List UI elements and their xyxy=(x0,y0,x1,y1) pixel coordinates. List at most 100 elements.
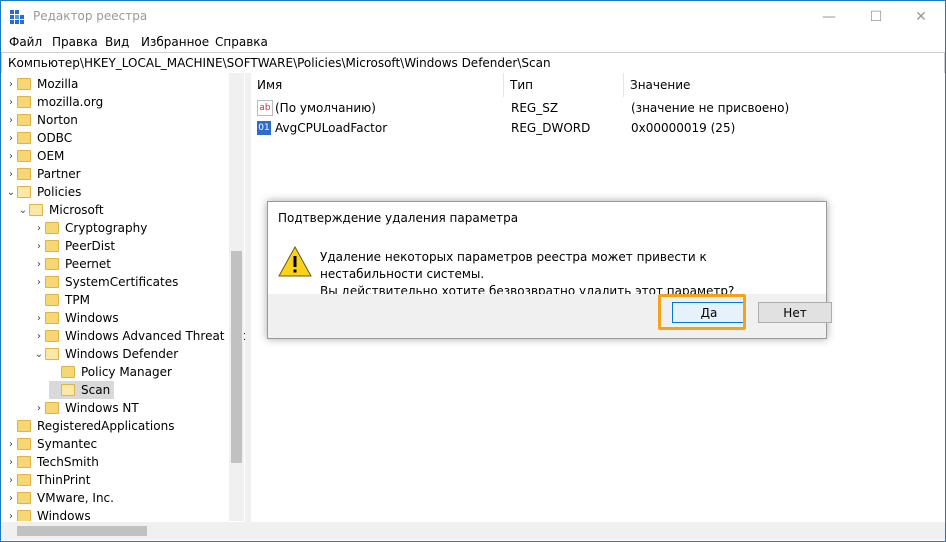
tree-item[interactable]: › mozilla.org xyxy=(5,93,103,111)
folder-open-icon xyxy=(45,348,59,360)
tree-item[interactable]: › Peernet xyxy=(33,255,111,273)
tree-item[interactable]: › OEM xyxy=(5,147,64,165)
expand-arrow-icon[interactable]: › xyxy=(5,493,17,504)
tree-item-label: Peernet xyxy=(65,257,111,271)
address-bar[interactable]: Компьютер\HKEY_LOCAL_MACHINE\SOFTWARE\Po… xyxy=(1,52,945,74)
tree-item-label: ThinPrint xyxy=(37,473,91,487)
dialog-title: Подтверждение удаления параметра xyxy=(278,211,519,225)
expand-arrow-icon[interactable]: › xyxy=(5,133,17,144)
tree-item[interactable]: › ThinPrint xyxy=(5,471,90,489)
tree-item[interactable]: RegisteredApplications xyxy=(5,417,174,435)
collapse-arrow-icon[interactable]: ⌄ xyxy=(5,187,17,198)
expand-arrow-icon[interactable]: › xyxy=(33,223,45,234)
expand-arrow-icon[interactable]: › xyxy=(5,151,17,162)
tree-horizontal-scrollbar[interactable] xyxy=(1,522,245,540)
value-type: REG_DWORD xyxy=(511,121,591,135)
tree-item-label: Policies xyxy=(37,185,82,199)
registry-tree: › Mozilla › mozilla.org › Norton › ODBC › OEM… xyxy=(1,73,245,521)
expand-arrow-icon[interactable]: › xyxy=(5,79,17,90)
tree-item[interactable]: › Norton xyxy=(5,111,78,129)
tree-item[interactable]: ⌄ Windows Defender xyxy=(33,345,178,363)
list-row[interactable]: ab (По умолчанию) REG_SZ (значение не пр… xyxy=(257,98,937,118)
list-row[interactable]: 01 AvgCPULoadFactor REG_DWORD 0x00000019… xyxy=(257,118,937,138)
tree-item[interactable]: › Windows xyxy=(33,309,119,327)
folder-icon xyxy=(17,420,31,432)
expand-arrow-icon[interactable]: › xyxy=(5,97,17,108)
string-value-icon: ab xyxy=(257,100,273,116)
scrollbar-thumb[interactable] xyxy=(231,251,242,463)
tree-item-selected[interactable]: Scan xyxy=(49,381,115,399)
column-header-value[interactable]: Значение xyxy=(624,73,945,97)
expand-arrow-icon[interactable]: › xyxy=(33,313,45,324)
tree-item[interactable]: › PeerDist xyxy=(33,237,115,255)
dialog-message-line: Удаление некоторых параметров реестра мо… xyxy=(320,250,707,281)
tree-item[interactable]: Policy Manager xyxy=(49,363,172,381)
folder-icon xyxy=(17,78,31,90)
expand-arrow-icon[interactable]: › xyxy=(5,169,17,180)
expand-arrow-icon[interactable]: › xyxy=(5,511,17,522)
folder-icon xyxy=(17,150,31,162)
tree-item-label: Partner xyxy=(37,167,81,181)
expand-arrow-icon[interactable]: › xyxy=(5,115,17,126)
menu-bar: Файл Правка Вид Избранное Справка xyxy=(1,32,945,52)
folder-icon xyxy=(45,312,59,324)
tree-item-label: Windows NT xyxy=(65,401,139,415)
tree-item-label: Microsoft xyxy=(49,203,104,217)
tree-item[interactable]: › Partner xyxy=(5,165,81,183)
tree-item[interactable]: › ODBC xyxy=(5,129,72,147)
title-bar[interactable]: Редактор реестра — ☐ ✕ xyxy=(1,1,945,32)
tree-item[interactable]: › Windows NT xyxy=(33,399,139,417)
expand-arrow-icon[interactable]: › xyxy=(5,475,17,486)
folder-icon xyxy=(61,366,75,378)
column-header-type[interactable]: Тип xyxy=(504,73,624,97)
list-horizontal-scrollbar[interactable] xyxy=(251,522,945,540)
tree-item[interactable]: › Mozilla xyxy=(5,75,78,93)
minimize-button[interactable]: — xyxy=(806,1,852,32)
tree-item-label: Symantec xyxy=(37,437,98,451)
menu-favorites[interactable]: Избранное xyxy=(141,35,209,49)
tree-item[interactable]: TPM xyxy=(33,291,90,309)
no-button[interactable]: Нет xyxy=(758,302,832,323)
tree-item[interactable]: › Cryptography xyxy=(33,219,147,237)
expand-arrow-icon[interactable]: › xyxy=(33,403,45,414)
tree-item[interactable]: ⌄ Microsoft xyxy=(17,201,104,219)
tree-item-label: RegisteredApplications xyxy=(37,419,175,433)
collapse-arrow-icon[interactable]: ⌄ xyxy=(17,205,29,216)
tree-item[interactable]: › TechSmith xyxy=(5,453,99,471)
window-title: Редактор реестра xyxy=(33,9,148,23)
tree-item-label: Windows xyxy=(37,509,91,521)
expand-arrow-icon[interactable]: › xyxy=(33,331,45,342)
column-header-name[interactable]: Имя xyxy=(251,73,504,97)
tree-item[interactable]: › SystemCertificates xyxy=(33,273,178,291)
tree-item[interactable]: › Windows xyxy=(5,507,91,521)
expand-arrow-icon[interactable]: › xyxy=(33,241,45,252)
collapse-arrow-icon[interactable]: ⌄ xyxy=(33,349,45,360)
menu-file[interactable]: Файл xyxy=(9,35,42,49)
value-name: (По умолчанию) xyxy=(275,101,376,115)
warning-icon xyxy=(278,245,312,277)
tree-item[interactable]: › Windows Advanced Threat Prc xyxy=(33,327,245,345)
value-data: 0x00000019 (25) xyxy=(631,121,736,135)
folder-icon xyxy=(45,330,59,342)
expand-arrow-icon[interactable]: › xyxy=(33,277,45,288)
expand-arrow-icon[interactable]: › xyxy=(33,259,45,270)
value-data: (значение не присвоено) xyxy=(631,101,790,115)
close-button[interactable]: ✕ xyxy=(898,1,944,32)
tree-vertical-scrollbar[interactable] xyxy=(229,73,244,521)
tree-item[interactable]: ⌄ Policies xyxy=(5,183,82,201)
folder-icon xyxy=(17,474,31,486)
expand-arrow-icon[interactable]: › xyxy=(5,439,17,450)
maximize-button[interactable]: ☐ xyxy=(853,1,899,32)
menu-edit[interactable]: Правка xyxy=(52,35,98,49)
folder-icon xyxy=(17,510,31,521)
menu-help[interactable]: Справка xyxy=(215,35,268,49)
menu-view[interactable]: Вид xyxy=(105,35,129,49)
scrollbar-thumb[interactable] xyxy=(17,526,147,536)
folder-icon xyxy=(45,240,59,252)
tree-item[interactable]: › Symantec xyxy=(5,435,97,453)
folder-icon xyxy=(45,276,59,288)
folder-icon xyxy=(45,222,59,234)
tree-item-label: OEM xyxy=(37,149,65,163)
tree-item[interactable]: › VMware, Inc. xyxy=(5,489,114,507)
expand-arrow-icon[interactable]: › xyxy=(5,457,17,468)
